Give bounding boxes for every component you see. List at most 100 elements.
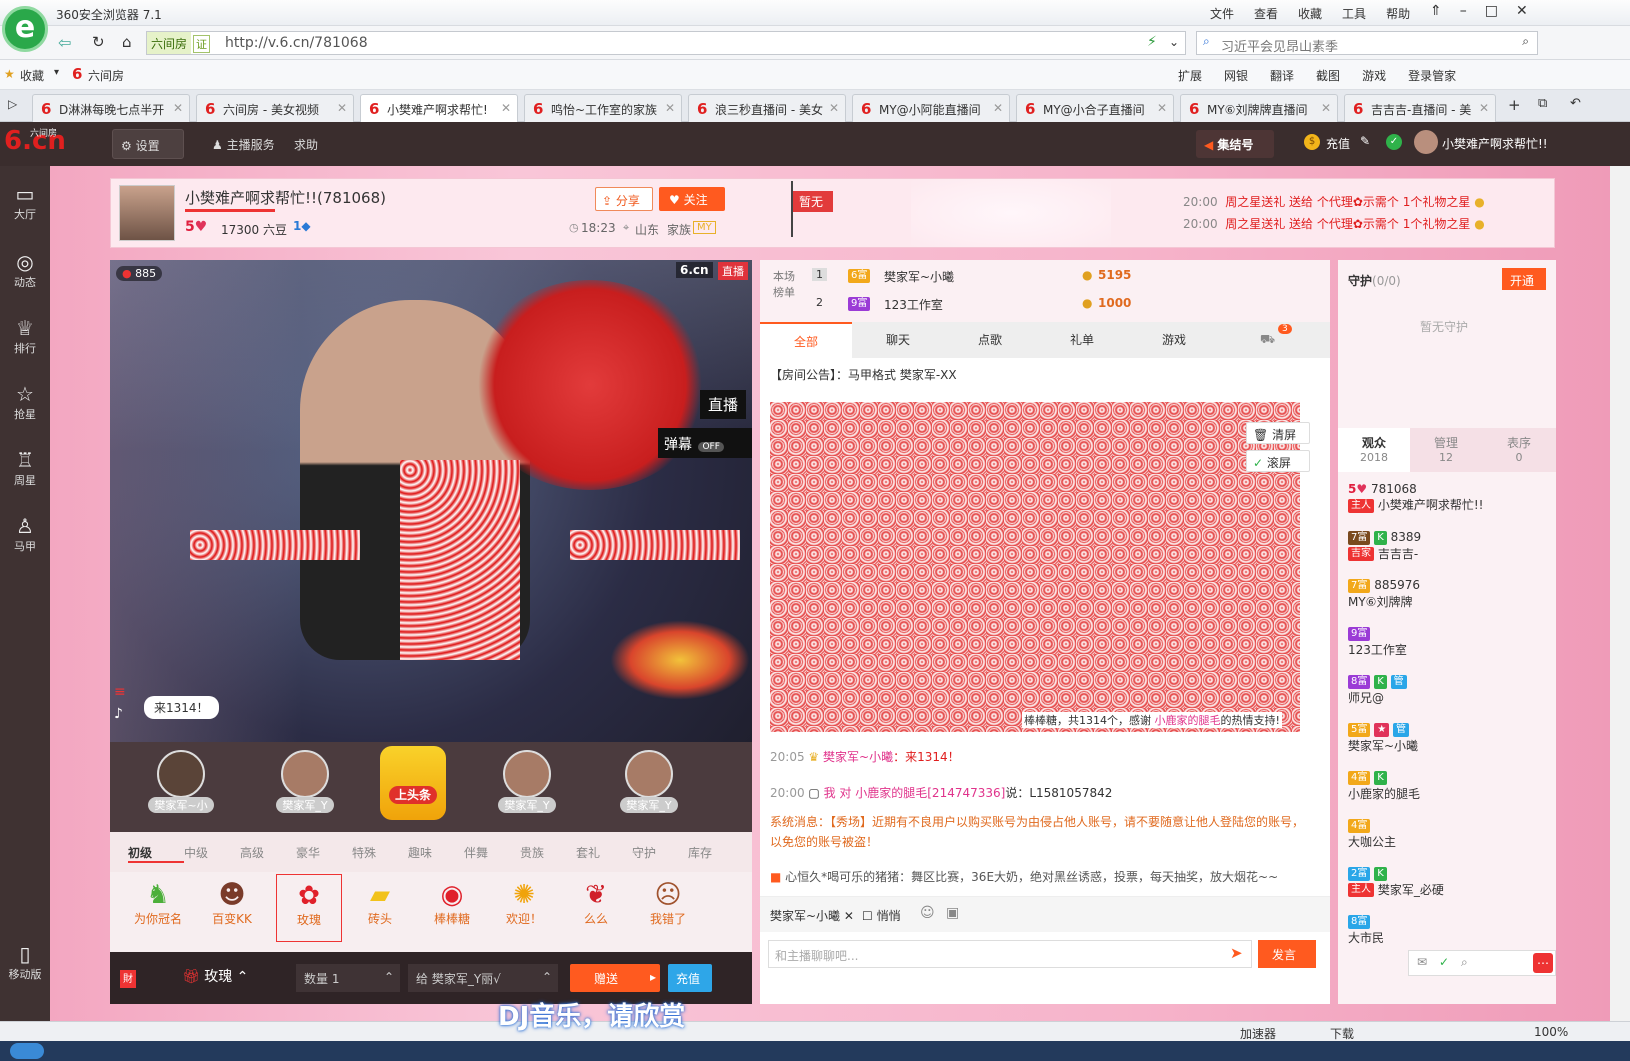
audience-item[interactable]: 7富 885976 MY⑥刘牌牌 bbox=[1348, 578, 1548, 610]
gather-button[interactable]: ◀ 集结号 bbox=[1196, 130, 1274, 158]
nav-ranking[interactable]: ♕ 排行 bbox=[0, 316, 50, 356]
toolbar-login-manager[interactable]: 登录管家 bbox=[1408, 67, 1456, 84]
host-avatar[interactable] bbox=[119, 185, 175, 241]
gift-tab-special[interactable]: 特殊 bbox=[352, 844, 408, 863]
gift-item[interactable]: ✺ 欢迎！ bbox=[494, 880, 554, 927]
menu-item-file[interactable]: 文件 bbox=[1210, 5, 1234, 22]
gift-item[interactable]: ☻ 百变KK bbox=[202, 880, 262, 927]
menu-item-tools[interactable]: 工具 bbox=[1342, 5, 1366, 22]
mic-icon[interactable]: ♪ bbox=[114, 706, 123, 722]
username[interactable]: 小樊难产啊求帮忙!! bbox=[1442, 135, 1548, 152]
family-badge[interactable]: MY bbox=[693, 221, 716, 234]
mail-icon[interactable]: ✉ bbox=[1417, 955, 1427, 969]
new-tab-icon[interactable]: + bbox=[1508, 96, 1521, 114]
tab-admins[interactable]: 管理 12 bbox=[1410, 428, 1482, 472]
gift-tab-dance[interactable]: 伴舞 bbox=[464, 844, 520, 863]
tab-2[interactable]: 6 六间房 - 美女视频 ✕ bbox=[196, 94, 354, 122]
zoom-icon[interactable]: ⌕ bbox=[1461, 955, 1468, 970]
gift-item-selected[interactable]: ✿ 玫瑰 bbox=[276, 874, 342, 942]
audience-item[interactable]: 7富 K 8389 吉家 吉吉吉- bbox=[1348, 530, 1548, 562]
share-button[interactable]: ⇪ 分享 bbox=[595, 187, 653, 211]
tab-gifts[interactable]: 礼单 bbox=[1036, 331, 1128, 348]
audience-item[interactable]: 5富 ★ 管樊家军~小曦 bbox=[1348, 722, 1548, 754]
gift-tab-fun[interactable]: 趣味 bbox=[408, 844, 464, 863]
audience-item[interactable]: 9富 123工作室 bbox=[1348, 626, 1548, 658]
search-field[interactable]: ⌕ 习近平会见昂山素季 ⌕ bbox=[1196, 31, 1538, 55]
audience-item[interactable]: 8富 K 管师兄@ bbox=[1348, 674, 1548, 706]
quantity-stepper[interactable]: 数量 1 ⌃ bbox=[296, 964, 400, 992]
cert-badge[interactable]: 证 bbox=[193, 35, 210, 53]
rank-name[interactable]: 123工作室 bbox=[884, 296, 943, 313]
edit-icon[interactable]: ✎ bbox=[1360, 134, 1370, 148]
gift-tab-high[interactable]: 高级 bbox=[240, 844, 296, 863]
private-checkbox[interactable]: ☐ 悄悄 bbox=[862, 907, 901, 924]
avatar[interactable] bbox=[1414, 130, 1438, 154]
chevron-down-icon[interactable]: ▾ bbox=[54, 67, 59, 78]
nav-vest[interactable]: ♙ 马甲 bbox=[0, 514, 50, 554]
tab-7[interactable]: 6 MY@小合子直播间 ✕ bbox=[1016, 94, 1174, 122]
send-message-button[interactable]: 发言 bbox=[1258, 940, 1316, 968]
tab-games[interactable]: 游戏 bbox=[1128, 331, 1220, 348]
audience-item[interactable]: 4富 K 小鹿家的腿毛 bbox=[1348, 770, 1548, 802]
audience-item[interactable]: 4富 大咖公主 bbox=[1348, 818, 1548, 850]
selected-gift[interactable]: 🎁︎ 玫瑰 ⌃ bbox=[182, 966, 248, 986]
sidebar-toggle-icon[interactable]: ▷ bbox=[8, 97, 17, 111]
gift-host-5[interactable]: 樊家军_Y bbox=[604, 750, 694, 813]
nav-mobile[interactable]: ▯ 移动版 bbox=[0, 942, 50, 982]
gift-item[interactable]: ◉ 棒棒糖 bbox=[422, 880, 482, 927]
tab-order[interactable]: 表序 0 bbox=[1482, 428, 1556, 472]
tab-song[interactable]: 点歌 bbox=[944, 331, 1036, 348]
close-icon[interactable]: ✕ bbox=[1516, 3, 1528, 19]
tab-9[interactable]: 6 吉吉吉-直播间 - 美 ✕ bbox=[1344, 94, 1496, 122]
lightning-icon[interactable]: ⚡ bbox=[1147, 34, 1157, 50]
gift-host-4[interactable]: 樊家军_Y bbox=[482, 750, 572, 813]
danmu-toggle[interactable]: 弹幕 OFF bbox=[658, 428, 752, 458]
gift-tab-guard[interactable]: 守护 bbox=[632, 844, 688, 863]
gift-host-2[interactable]: 樊家军_Y bbox=[260, 750, 350, 813]
tab-chat[interactable]: 聊天 bbox=[852, 331, 944, 348]
check-icon[interactable]: ✓ bbox=[1439, 955, 1449, 969]
nav-feed[interactable]: ◎ 动态 bbox=[0, 250, 50, 290]
send-gift-button[interactable]: 赠送 ▸ bbox=[570, 964, 660, 992]
magnifier-icon[interactable]: ⌕ bbox=[1522, 34, 1529, 49]
follow-button[interactable]: ♥ 关注 bbox=[659, 187, 725, 211]
gift-host-1[interactable]: 樊家军~小 bbox=[136, 750, 226, 813]
zoom-level[interactable]: 100% bbox=[1534, 1025, 1568, 1039]
tab-list-icon[interactable]: ⧉ bbox=[1538, 96, 1547, 111]
nav-hall[interactable]: ▭ 大厅 bbox=[0, 182, 50, 222]
toolbar-translate[interactable]: 翻译 bbox=[1270, 67, 1294, 84]
paper-plane-icon[interactable]: ➤ bbox=[1230, 944, 1243, 962]
chat-target[interactable]: 樊家军~小曦 ✕ bbox=[770, 907, 854, 924]
recipient-select[interactable]: 给 樊家军_Y丽√ ⌃ bbox=[408, 964, 558, 992]
video-player[interactable]: ● 885 6.cn 直播 直播 弹幕 OFF ≡ ♪ 来1314！ bbox=[110, 260, 752, 742]
gift-item[interactable]: ☹ 我错了 bbox=[638, 880, 698, 927]
gift-tab-mid[interactable]: 中级 bbox=[184, 844, 240, 863]
gift-item[interactable]: ❦ 么么 bbox=[566, 880, 626, 927]
emoji-icon[interactable]: ☺ bbox=[920, 905, 935, 921]
open-guard-button[interactable]: 开通 bbox=[1502, 268, 1546, 290]
browser-logo[interactable]: e bbox=[2, 6, 48, 52]
rank-name[interactable]: 樊家军~小曦 bbox=[884, 268, 954, 285]
gift-tab-set[interactable]: 套礼 bbox=[576, 844, 632, 863]
gift-tab-stock[interactable]: 库存 bbox=[688, 844, 744, 863]
favorite-item[interactable]: 六间房 bbox=[88, 67, 124, 84]
gift-tab-luxury[interactable]: 豪华 bbox=[296, 844, 352, 863]
nav-grab-star[interactable]: ☆ 抢星 bbox=[0, 382, 50, 422]
url-field[interactable]: 六间房 证 http://v.6.cn/781068 ⚡ ⌄ bbox=[146, 31, 1186, 55]
menu-item-favorites[interactable]: 收藏 bbox=[1298, 5, 1322, 22]
tab-8[interactable]: 6 MY⑥刘牌牌直播间 ✕ bbox=[1180, 94, 1338, 122]
nav-week-star[interactable]: ♖ 周星 bbox=[0, 448, 50, 488]
help-link[interactable]: 求助 bbox=[294, 136, 318, 153]
clear-screen-button[interactable]: 🗑︎ 清屏 bbox=[1246, 422, 1310, 444]
tab-3-active[interactable]: 6 小樊难产啊求帮忙! ✕ bbox=[360, 94, 518, 122]
site-logo[interactable]: 6.cn 六间房 bbox=[4, 126, 66, 156]
headline-button[interactable]: 上头条 bbox=[380, 746, 446, 820]
gift-tab-noble[interactable]: 贵族 bbox=[520, 844, 576, 863]
menu-item-help[interactable]: 帮助 bbox=[1386, 5, 1410, 22]
settings-button[interactable]: ⚙ 设置 bbox=[112, 129, 184, 159]
menu-item-view[interactable]: 查看 bbox=[1254, 5, 1278, 22]
gift-tab-basic[interactable]: 初级 bbox=[128, 844, 184, 863]
recharge-button[interactable]: 充值 bbox=[668, 964, 712, 992]
back-icon[interactable]: ⇦ bbox=[58, 33, 71, 52]
recharge-link[interactable]: 充值 bbox=[1326, 135, 1350, 152]
